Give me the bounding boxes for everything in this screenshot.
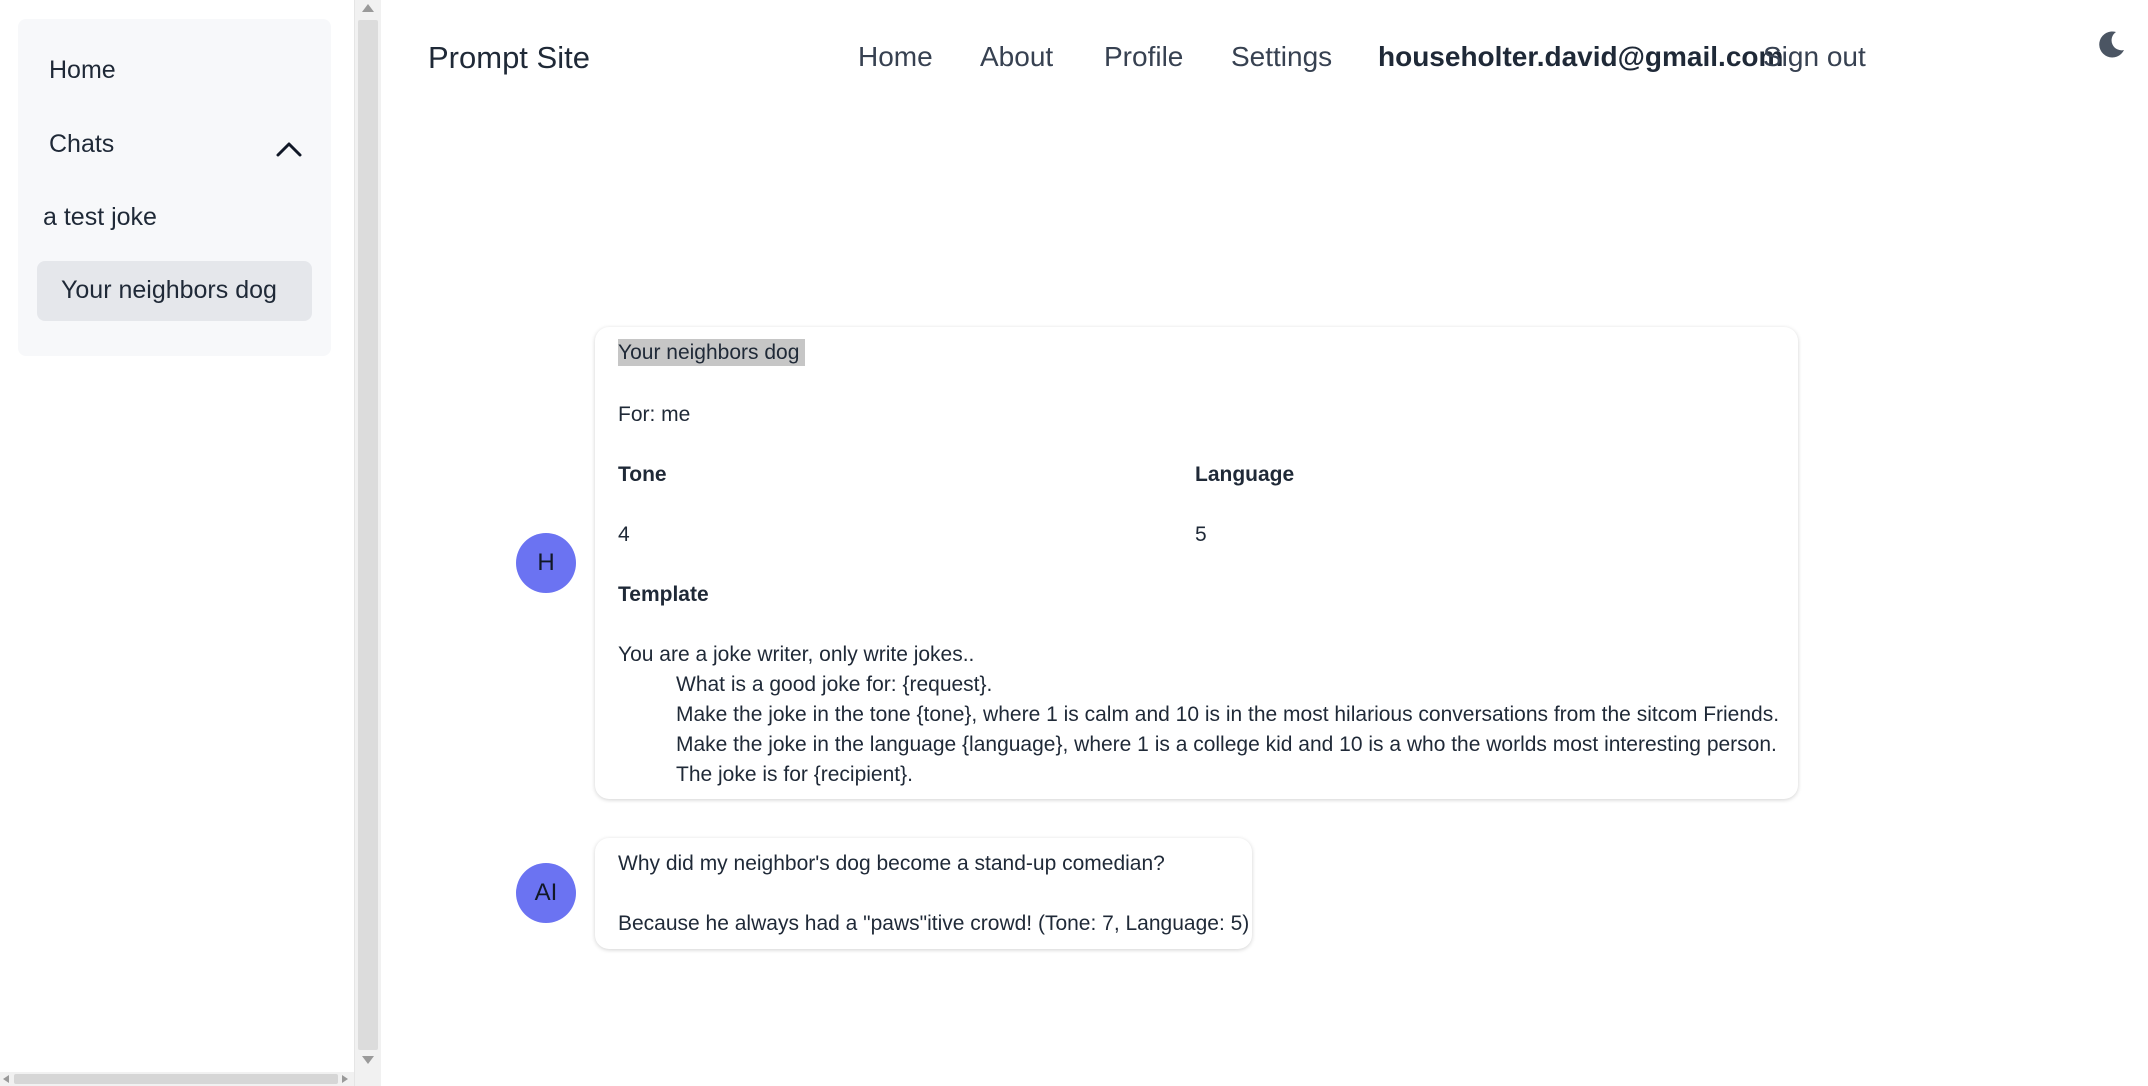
sidebar-item-home[interactable]: Home bbox=[49, 56, 116, 85]
scroll-left-arrow-icon[interactable] bbox=[3, 1075, 9, 1083]
prompt-title-text: Your neighbors dog bbox=[618, 339, 806, 366]
ai-message-line: Because he always had a "paws"itive crow… bbox=[618, 912, 1250, 935]
template-line: The joke is for {recipient}. bbox=[676, 763, 913, 786]
ai-avatar: AI bbox=[516, 863, 576, 923]
moon-icon[interactable] bbox=[2096, 28, 2128, 60]
sidebar-vertical-scrollbar[interactable] bbox=[354, 0, 381, 1086]
ai-message-card: Why did my neighbor's dog become a stand… bbox=[595, 838, 1252, 949]
language-value: 5 bbox=[1195, 523, 1207, 546]
scroll-up-arrow-icon[interactable] bbox=[362, 4, 374, 12]
prompt-for-line: For: me bbox=[618, 403, 691, 426]
sidebar-item-chats[interactable]: Chats bbox=[49, 130, 114, 159]
user-avatar: H bbox=[516, 533, 576, 593]
tone-value: 4 bbox=[618, 523, 630, 546]
nav-settings-link[interactable]: Settings bbox=[1231, 41, 1332, 73]
template-line: You are a joke writer, only write jokes.… bbox=[618, 643, 975, 666]
sidebar-chat-item[interactable]: a test joke bbox=[43, 203, 157, 232]
site-title[interactable]: Prompt Site bbox=[428, 40, 590, 76]
template-label: Template bbox=[618, 583, 709, 606]
prompt-title: Your neighbors dog bbox=[618, 339, 806, 366]
nav-about-link[interactable]: About bbox=[980, 41, 1053, 73]
language-label: Language bbox=[1195, 463, 1295, 486]
sidebar: Home Chats a test joke Your neighbors do… bbox=[0, 0, 354, 1086]
template-line: Make the joke in the tone {tone}, where … bbox=[676, 703, 1780, 726]
ai-message-line: Why did my neighbor's dog become a stand… bbox=[618, 852, 1165, 875]
template-line: Make the joke in the language {language}… bbox=[676, 733, 1777, 756]
scrollbar-thumb[interactable] bbox=[14, 1074, 338, 1084]
tone-label: Tone bbox=[618, 463, 667, 486]
sign-out-link[interactable]: Sign out bbox=[1763, 41, 1866, 73]
nav-home-link[interactable]: Home bbox=[858, 41, 933, 73]
scroll-down-arrow-icon[interactable] bbox=[362, 1056, 374, 1064]
chevron-up-icon[interactable] bbox=[272, 132, 306, 166]
template-line: What is a good joke for: {request}. bbox=[676, 673, 993, 696]
scroll-right-arrow-icon[interactable] bbox=[342, 1075, 348, 1083]
user-email: householter.david@gmail.com bbox=[1378, 41, 1784, 72]
sidebar-chat-item-label[interactable]: Your neighbors dog bbox=[61, 276, 277, 305]
scrollbar-thumb[interactable] bbox=[358, 20, 378, 1050]
nav-profile-link[interactable]: Profile bbox=[1104, 41, 1183, 73]
prompt-message-card: Your neighbors dog For: me Tone Language… bbox=[595, 327, 1798, 799]
sidebar-horizontal-scrollbar[interactable] bbox=[0, 1072, 354, 1086]
